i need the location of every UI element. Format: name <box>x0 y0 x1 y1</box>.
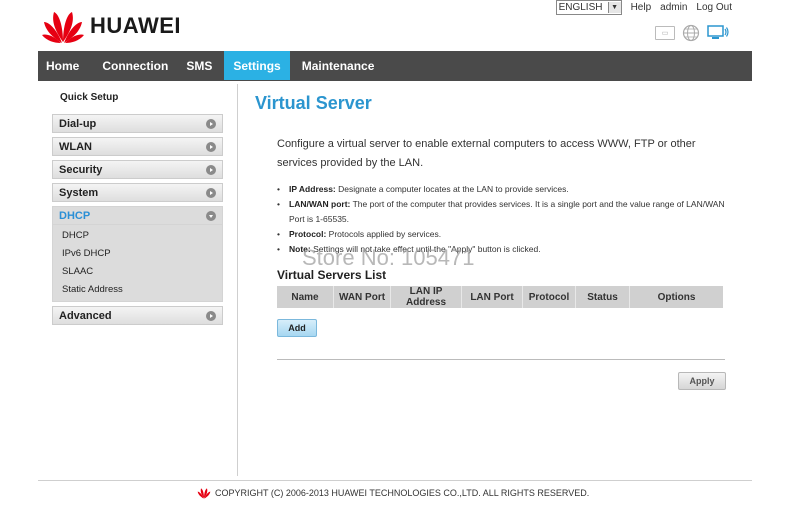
bullet-protocol: Protocol: Protocols applied by services. <box>277 227 727 242</box>
sidebar-item-advanced[interactable]: Advanced <box>52 306 223 325</box>
sidebar-item-system[interactable]: System <box>52 183 223 202</box>
nav-sms[interactable]: SMS <box>177 51 224 81</box>
column-header-options: Options <box>657 291 696 303</box>
bullet-text: Protocols applied by services. <box>326 229 442 239</box>
sidebar-item-security[interactable]: Security <box>52 160 223 179</box>
submenu-item-static-address[interactable]: Static Address <box>53 281 222 299</box>
bullet-text: The port of the computer that provides s… <box>289 199 725 224</box>
language-select[interactable]: ENGLISH ▼ <box>555 0 622 15</box>
page-title: Virtual Server <box>255 93 372 113</box>
bullet-label: IP Address: <box>289 184 336 194</box>
bullet-label: Protocol: <box>289 229 327 239</box>
sidebar-item-dial-up[interactable]: Dial-up <box>52 114 223 133</box>
huawei-petal-icon <box>197 488 211 499</box>
chevron-right-icon <box>206 187 216 198</box>
apply-button[interactable]: Apply <box>678 372 726 390</box>
dhcp-submenu: DHCP IPv6 DHCP SLAAC Static Address <box>52 225 223 302</box>
chevron-right-icon <box>206 141 216 152</box>
status-icons: ▭ <box>655 24 729 42</box>
brand-name: HUAWEI <box>90 13 181 38</box>
top-links: ENGLISH ▼ Help admin Log Out <box>555 0 732 15</box>
globe-icon <box>682 24 700 42</box>
huawei-logo: HUAWEI <box>42 8 181 44</box>
content-divider <box>237 84 238 476</box>
sidebar-item-wlan[interactable]: WLAN <box>52 137 223 156</box>
column-header-name: Name <box>277 286 334 308</box>
sidebar-item-label: WLAN <box>59 140 92 153</box>
chevron-down-icon <box>206 210 216 221</box>
column-header-wan-port: WAN Port <box>334 286 391 308</box>
bullet-text: Designate a computer locates at the LAN … <box>335 184 569 194</box>
store-watermark: Store No: 105471 <box>302 245 475 270</box>
sim-icon: ▭ <box>655 26 675 40</box>
main-content: Virtual Server Configure a virtual serve… <box>255 93 726 390</box>
chevron-right-icon <box>206 118 216 129</box>
column-header-lan-port: LAN Port <box>462 286 523 308</box>
sidebar-item-label: System <box>59 186 99 199</box>
sidebar-quick-setup[interactable]: Quick Setup <box>52 84 223 110</box>
chevron-right-icon <box>206 310 216 321</box>
sidebar-item-label: Dial-up <box>59 117 97 130</box>
column-header-lan-ip-address: LAN IP Address <box>391 286 462 308</box>
column-header-status: Status <box>576 286 630 308</box>
sidebar-item-dhcp[interactable]: DHCP <box>52 206 223 225</box>
bullet-ip-address: IP Address: Designate a computer locates… <box>277 182 727 197</box>
submenu-item-ipv6-dhcp[interactable]: IPv6 DHCP <box>53 245 222 263</box>
column-header-protocol: Protocol <box>523 286 576 308</box>
language-value: ENGLISH <box>558 2 603 13</box>
add-button[interactable]: Add <box>277 319 317 337</box>
user-link[interactable]: admin <box>660 2 687 13</box>
page-description: Configure a virtual server to enable ext… <box>277 138 696 169</box>
nav-maintenance[interactable]: Maintenance <box>290 51 384 81</box>
footer-divider <box>38 480 752 481</box>
huawei-petal-icon <box>42 12 84 43</box>
footer: COPYRIGHT (C) 2006-2013 HUAWEI TECHNOLOG… <box>197 487 589 499</box>
bullet-lan-wan-port: LAN/WAN port: The port of the computer t… <box>277 197 727 227</box>
bullet-label: LAN/WAN port: <box>289 199 351 209</box>
logout-link[interactable]: Log Out <box>696 2 732 13</box>
copyright-text: COPYRIGHT (C) 2006-2013 HUAWEI TECHNOLOG… <box>215 488 590 498</box>
nav-settings[interactable]: Settings <box>224 51 290 80</box>
virtual-servers-table-header: Name WAN Port LAN IP Address LAN Port Pr… <box>277 286 723 308</box>
main-nav: Home Connection SMS Settings Maintenance <box>38 51 752 81</box>
nav-connection[interactable]: Connection <box>93 51 177 81</box>
sidebar-item-label: DHCP <box>59 209 91 222</box>
nav-home[interactable]: Home <box>38 51 93 81</box>
submenu-item-slaac[interactable]: SLAAC <box>53 263 222 281</box>
submenu-item-dhcp[interactable]: DHCP <box>53 227 222 245</box>
divider <box>277 359 725 360</box>
sidebar-item-label: Security <box>59 163 103 176</box>
chevron-right-icon <box>206 164 216 175</box>
sidebar: Quick Setup Dial-up WLAN Security System… <box>52 84 223 325</box>
sidebar-item-label: Advanced <box>59 309 112 322</box>
chevron-down-icon: ▼ <box>607 2 621 13</box>
help-link[interactable]: Help <box>631 2 652 13</box>
computer-icon <box>707 25 729 39</box>
